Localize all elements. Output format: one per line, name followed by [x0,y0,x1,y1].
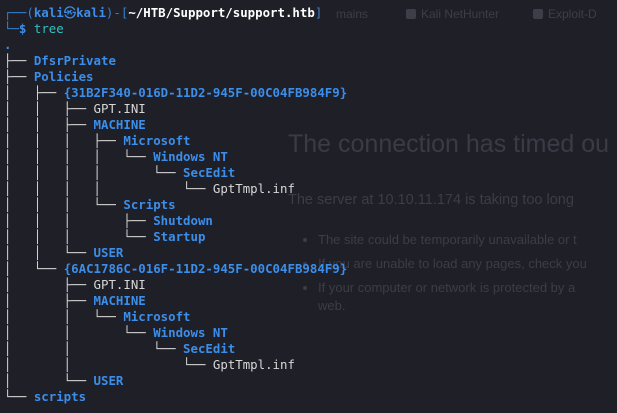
directory-name: scripts [33,389,87,404]
tree-entry: │ │ ├── MACHINE [4,117,347,133]
tree-branch: │ │ │ │ └── [4,181,213,196]
bookmark-item: Kali NetHunter [406,6,499,22]
command-text: tree [33,21,64,36]
tree-entry: │ │ │ │ └── SecEdit [4,165,347,181]
tree-entry: │ ├── GPT.INI [4,277,347,293]
tree-output: . ├── DfsrPrivate ├── Policies │ ├── {31B2F… [4,37,347,405]
directory-name: Microsoft [123,133,191,148]
tree-branch: └── [4,389,34,404]
tree-branch: ├── [4,53,34,68]
tree-entry: . [4,37,347,53]
directory-name: SecEdit [183,165,236,180]
tree-entry: ├── Policies [4,69,347,85]
directory-name: USER [93,245,124,260]
tree-entry: │ │ └── USER [4,245,347,261]
command-line: └─$ tree [4,21,64,36]
directory-name: MACHINE [93,117,146,132]
file-name: GptTmpl.inf [212,357,295,372]
tree-entry: │ ├── MACHINE [4,293,347,309]
tree-branch: │ │ │ │ └── [4,149,154,164]
tree-entry: │ │ │ │ └── Windows NT [4,149,347,165]
error-bullet: The site could be temporarily unavailabl… [318,228,617,252]
tree-entry: │ │ │ ├── Microsoft [4,133,347,149]
tree-entry: │ │ └── GptTmpl.inf [4,357,347,373]
directory-name: . [4,37,12,52]
directory-name: Scripts [123,197,176,212]
tree-entry: │ │ │ └── Startup [4,229,347,245]
tree-entry: │ │ │ ├── Shutdown [4,213,347,229]
tree-entry: │ │ └── Windows NT [4,325,347,341]
tree-entry: │ │ └── SecEdit [4,341,347,357]
tree-branch: │ │ └── [4,325,154,340]
kali-nethunter-icon [406,9,416,19]
error-bullet: If your computer or network is protected… [318,276,617,315]
tree-branch: │ └── [4,373,94,388]
bookmark-item: Exploit-D [533,6,597,22]
exploit-db-icon [533,9,543,19]
tree-branch: │ │ └── [4,245,94,260]
tree-entry: │ │ └── Microsoft [4,309,347,325]
directory-name: Policies [33,69,94,84]
tree-entry: ├── DfsrPrivate [4,53,347,69]
prompt-user: kali [33,5,64,20]
directory-name: {6AC1786C-016F-11D2-945F-00C04FB984F9} [63,261,348,276]
tree-branch: │ └── [4,261,64,276]
directory-name: DfsrPrivate [33,53,116,68]
tree-branch: │ ├── [4,293,94,308]
tree-branch: │ │ ├── [4,101,94,116]
prompt-host: kali [76,5,106,20]
tree-branch: │ │ ├── [4,117,94,132]
directory-name: Microsoft [123,309,191,324]
tree-entry: └── scripts [4,389,347,405]
tree-branch: │ │ │ ├── [4,213,154,228]
directory-name: USER [93,373,124,388]
tree-branch: │ │ │ └── [4,197,124,212]
tree-branch: │ │ └── [4,357,213,372]
tree-entry: │ └── {6AC1786C-016F-11D2-945F-00C04FB98… [4,261,347,277]
terminal-window[interactable]: mains Kali NetHunter Exploit-D The conne… [0,0,617,413]
tree-branch: │ │ └── [4,341,184,356]
tree-branch: │ ├── [4,85,64,100]
directory-name: SecEdit [183,341,236,356]
directory-name: {31B2F340-016D-11D2-945F-00C04FB984F9} [63,85,348,100]
directory-name: Windows NT [153,149,228,164]
tree-entry: │ │ │ └── Scripts [4,197,347,213]
tree-branch: ├── [4,69,34,84]
directory-name: Windows NT [153,325,228,340]
error-bullet-list: The site could be temporarily unavailabl… [302,228,617,315]
tree-branch: │ │ └── [4,309,124,324]
prompt-line: ┌──(kali㉿kali)-[~/HTB/Support/support.ht… [4,5,323,20]
tree-branch: │ ├── [4,277,94,292]
tree-entry: │ └── USER [4,373,347,389]
prompt-path: ~/HTB/Support/support.htb [128,5,315,20]
kali-at-icon: ㉿ [63,5,77,20]
tree-entry: │ ├── {31B2F340-016D-11D2-945F-00C04FB98… [4,85,347,101]
directory-name: Shutdown [153,213,213,228]
error-bullet: If you are unable to load any pages, che… [318,252,617,276]
terminal-output[interactable]: ┌──(kali㉿kali)-[~/HTB/Support/support.ht… [0,0,347,405]
tree-entry: │ │ ├── GPT.INI [4,101,347,117]
directory-name: MACHINE [93,293,146,308]
tree-entry: │ │ │ │ └── GptTmpl.inf [4,181,347,197]
tree-branch: │ │ │ │ └── [4,165,184,180]
tree-branch: │ │ │ └── [4,229,154,244]
file-name: GPT.INI [93,101,146,116]
directory-name: Startup [153,229,206,244]
file-name: GPT.INI [93,277,146,292]
tree-branch: │ │ │ ├── [4,133,124,148]
file-name: GptTmpl.inf [212,181,295,196]
